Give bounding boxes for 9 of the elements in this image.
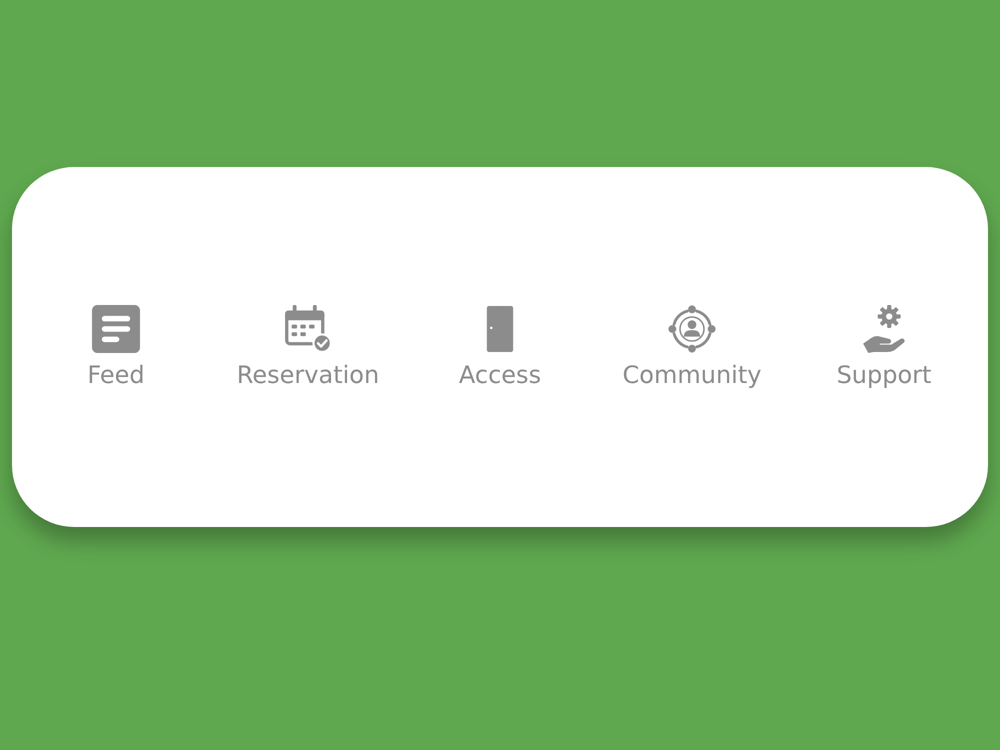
- nav-tab[interactable]: Community: [622, 304, 762, 390]
- calendar-check-icon: [284, 304, 332, 353]
- person-circle-icon: [668, 304, 716, 353]
- nav-tab[interactable]: Feed: [87, 304, 145, 390]
- document-lines-icon: [92, 304, 140, 353]
- door-icon: [484, 306, 515, 352]
- nav-tab[interactable]: Access: [458, 304, 542, 390]
- nav-tab[interactable]: Support: [836, 304, 932, 390]
- nav-tab[interactable]: Reservation: [236, 304, 380, 390]
